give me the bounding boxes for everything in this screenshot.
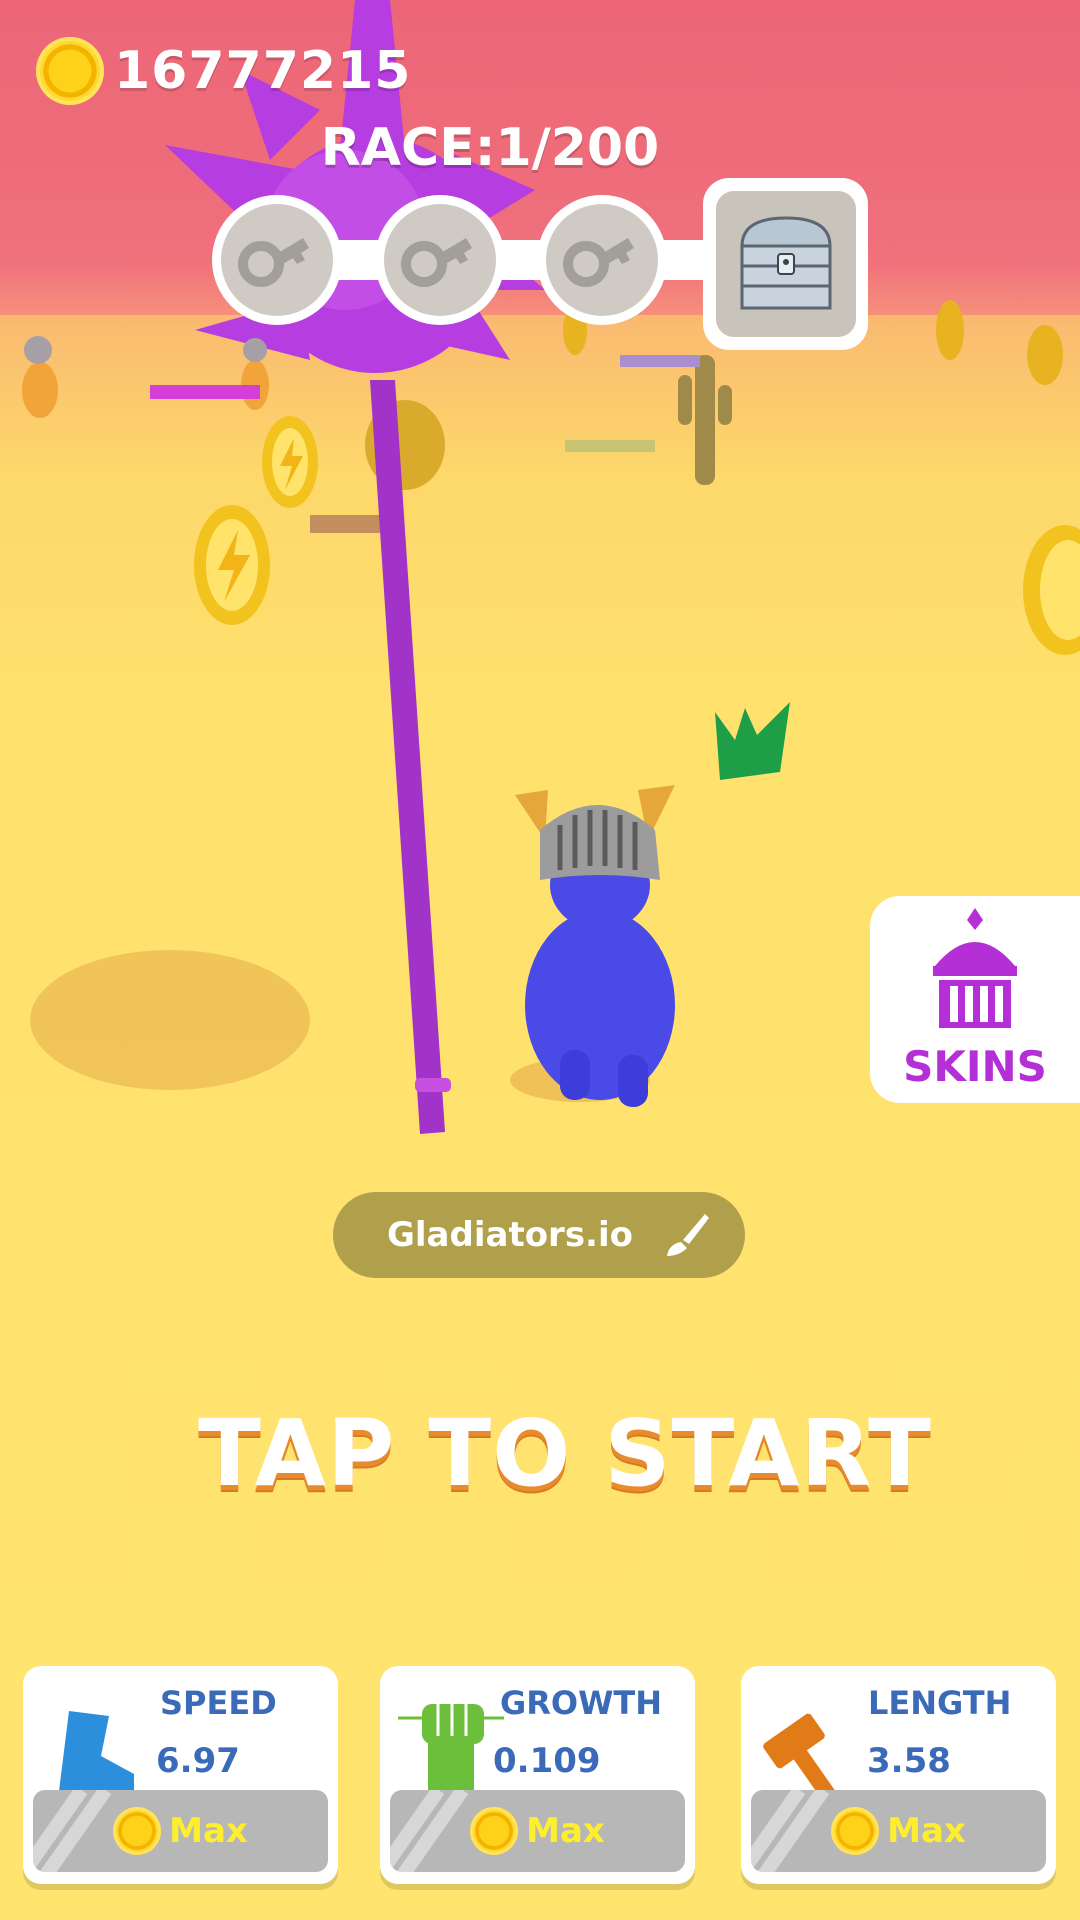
growth-upgrade-button[interactable]: Max bbox=[390, 1790, 685, 1872]
lightning-coin bbox=[194, 505, 270, 625]
enemy-mace bbox=[620, 355, 700, 367]
grass-tuft bbox=[715, 702, 790, 780]
skins-label: SKINS bbox=[903, 1042, 1047, 1091]
coin-icon bbox=[113, 1807, 162, 1855]
upgrade-title: SPEED bbox=[160, 1684, 277, 1722]
skins-button[interactable]: SKINS bbox=[870, 896, 1080, 1103]
coin-icon bbox=[470, 1807, 519, 1855]
cactus bbox=[678, 355, 732, 485]
lightning-coin bbox=[1023, 525, 1080, 655]
enemy-gladiator bbox=[22, 336, 58, 418]
coin-icon bbox=[36, 37, 104, 105]
upgrade-value: 6.97 bbox=[156, 1741, 240, 1781]
length-upgrade-card: LENGTH 3.58 Max bbox=[741, 1666, 1056, 1884]
coin-count: 16777215 bbox=[114, 41, 412, 101]
treasure-chest-icon bbox=[739, 216, 832, 310]
ground-tile bbox=[565, 440, 655, 452]
temple-icon bbox=[933, 908, 1017, 1028]
coin-counter: 16777215 bbox=[36, 36, 411, 106]
upgrade-value: 3.58 bbox=[867, 1741, 951, 1781]
key-icon bbox=[238, 238, 309, 287]
brush-icon bbox=[667, 1214, 709, 1256]
speed-upgrade-card: SPEED 6.97 Max bbox=[23, 1666, 338, 1884]
enemy-gladiator bbox=[241, 338, 269, 410]
key-icon bbox=[563, 238, 634, 287]
tap-to-start-prompt[interactable]: TAP TO START bbox=[0, 1400, 1080, 1507]
growth-upgrade-card: GROWTH 0.109 Max bbox=[380, 1666, 695, 1884]
player-name: Gladiators.io bbox=[387, 1215, 633, 1255]
key-slot bbox=[212, 195, 342, 325]
wooden-crate bbox=[310, 515, 380, 533]
enemy-mace bbox=[150, 385, 260, 399]
speed-upgrade-button[interactable]: Max bbox=[33, 1790, 328, 1872]
key-icon bbox=[401, 238, 472, 287]
upgrade-title: LENGTH bbox=[868, 1684, 1012, 1722]
key-slot bbox=[375, 195, 505, 325]
lightning-coin bbox=[262, 416, 318, 508]
length-upgrade-button[interactable]: Max bbox=[751, 1790, 1046, 1872]
upgrade-button-label: Max bbox=[169, 1811, 248, 1851]
key-slot bbox=[537, 195, 667, 325]
mace-shadow bbox=[30, 950, 310, 1090]
reward-chest-slot[interactable] bbox=[703, 178, 868, 350]
upgrade-value: 0.109 bbox=[493, 1741, 601, 1781]
gladiator-player bbox=[515, 785, 675, 1107]
upgrade-button-label: Max bbox=[887, 1811, 966, 1851]
coin-icon bbox=[831, 1807, 880, 1855]
upgrade-button-label: Max bbox=[526, 1811, 605, 1851]
race-progress-title: RACE:1/200 bbox=[320, 118, 660, 178]
upgrade-title: GROWTH bbox=[500, 1684, 663, 1722]
player-name-button[interactable]: Gladiators.io bbox=[333, 1192, 745, 1278]
